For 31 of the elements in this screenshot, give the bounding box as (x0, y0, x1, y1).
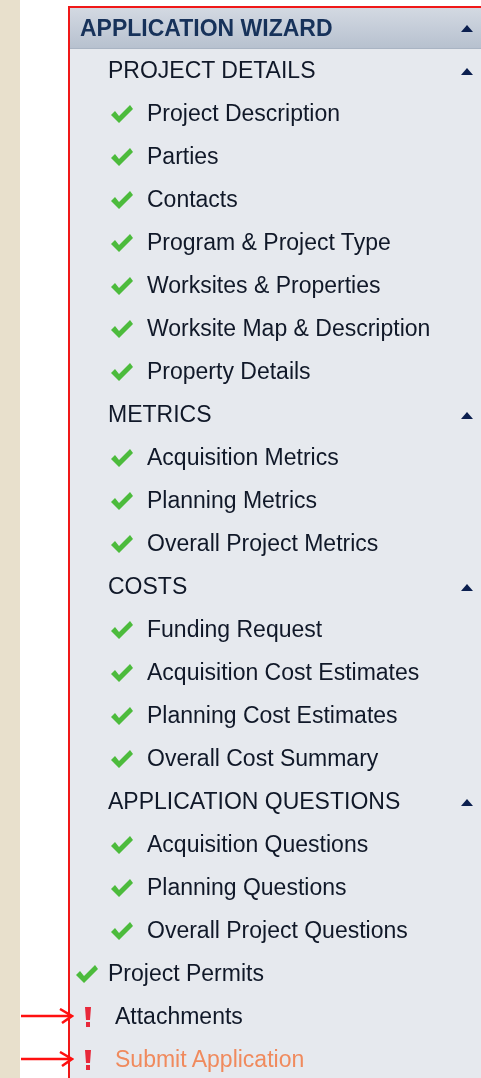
section-header[interactable]: COSTS (108, 573, 188, 600)
collapse-caret-icon[interactable] (461, 24, 473, 32)
collapse-caret-icon[interactable] (461, 66, 473, 75)
nav-link[interactable]: Parties (147, 143, 219, 170)
nav-link[interactable]: Planning Cost Estimates (147, 702, 398, 729)
nav-link: Submit Application (115, 1046, 305, 1073)
nav-link[interactable]: Property Details (147, 358, 311, 385)
collapse-caret-icon[interactable] (461, 797, 473, 806)
nav-link[interactable]: Overall Project Metrics (147, 530, 379, 557)
wizard-header[interactable]: APPLICATION WIZARD (70, 8, 481, 49)
nav-link[interactable]: Acquisition Questions (147, 831, 369, 858)
nav-link[interactable]: Contacts (147, 186, 238, 213)
nav-link[interactable]: Worksites & Properties (147, 272, 381, 299)
collapse-caret-icon[interactable] (461, 582, 473, 591)
nav-link[interactable]: Attachments (115, 1003, 243, 1030)
nav-link[interactable]: Acquisition Metrics (147, 444, 339, 471)
nav-link[interactable]: Project Permits (108, 960, 264, 987)
nav-link[interactable]: Acquisition Cost Estimates (147, 659, 420, 686)
section-header[interactable]: PROJECT DETAILS (108, 57, 316, 84)
nav-link[interactable]: Planning Questions (147, 874, 347, 901)
collapse-caret-icon[interactable] (461, 410, 473, 419)
wizard-title: APPLICATION WIZARD (80, 14, 333, 42)
nav-link[interactable]: Worksite Map & Description (147, 315, 431, 342)
section-header[interactable]: METRICS (108, 401, 212, 428)
nav-link[interactable]: Overall Project Questions (147, 917, 408, 944)
nav-link[interactable]: Project Description (147, 100, 341, 127)
nav-link[interactable]: Planning Metrics (147, 487, 318, 514)
section-header[interactable]: APPLICATION QUESTIONS (108, 788, 401, 815)
nav-link[interactable]: Program & Project Type (147, 229, 391, 256)
nav-link[interactable]: Overall Cost Summary (147, 745, 379, 772)
nav-link[interactable]: Funding Request (147, 616, 323, 643)
